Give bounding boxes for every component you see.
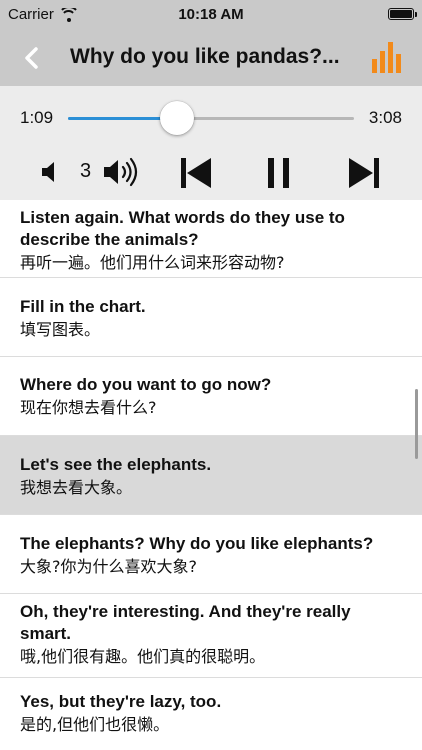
battery-icon [388, 8, 417, 20]
volume-level: 3 [80, 160, 92, 182]
list-item[interactable]: The elephants? Why do you like elephants… [0, 515, 422, 594]
back-button[interactable] [18, 44, 46, 72]
list-item[interactable]: Fill in the chart. 填写图表。 [0, 278, 422, 357]
speaker-loud-icon [104, 157, 138, 187]
list-item[interactable]: Listen again. What words do they use to … [0, 200, 422, 278]
sentence-list[interactable]: Listen again. What words do they use to … [0, 200, 422, 750]
sentence-chinese: 哦,他们很有趣。他们真的很聪明。 [20, 647, 266, 666]
current-time: 1:09 [20, 108, 54, 127]
sentence-english: Fill in the chart. [20, 297, 146, 316]
sentence-chinese: 现在你想去看什么? [20, 398, 157, 417]
sentence-chinese: 填写图表。 [20, 320, 101, 339]
progress-thumb[interactable] [159, 101, 194, 135]
sentence-chinese: 我想去看大象。 [20, 478, 133, 497]
page-title: Why do you like pandas?... [70, 45, 340, 68]
sentence-chinese: 大象?你为什么喜欢大象? [20, 557, 197, 576]
pause-button[interactable] [266, 156, 292, 195]
list-item[interactable]: Yes, but they're lazy, too. 是的,但他们也很懒。 [0, 678, 422, 750]
scrollbar[interactable] [415, 389, 418, 459]
sentence-english: Oh, they're interesting. And they're rea… [20, 602, 351, 643]
nav-bar: Why do you like pandas?... [0, 30, 422, 86]
sentence-chinese: 再听一遍。他们用什么词来形容动物? [20, 253, 285, 272]
pause-icon [268, 158, 289, 188]
sentence-english: Let's see the elephants. [20, 455, 212, 474]
skip-next-icon [349, 158, 379, 188]
status-time: 10:18 AM [178, 6, 244, 23]
screen: Carrier 10:18 AM Why do you like pandas?… [0, 0, 422, 750]
list-item[interactable]: Oh, they're interesting. And they're rea… [0, 594, 422, 678]
skip-previous-icon [181, 158, 211, 188]
playback-controls: 3 [0, 152, 422, 192]
audio-player: 1:09 3:08 3 [0, 86, 422, 200]
volume-down-button[interactable] [38, 160, 62, 189]
previous-button[interactable] [178, 156, 214, 195]
chart-button[interactable] [370, 40, 404, 74]
volume-up-button[interactable] [102, 156, 144, 193]
sentence-english: Listen again. What words do they use to … [20, 208, 345, 249]
chevron-left-icon [25, 47, 38, 69]
progress-slider[interactable] [68, 101, 354, 135]
list-item[interactable]: Where do you want to go now? 现在你想去看什么? [0, 357, 422, 436]
sentence-chinese: 是的,但他们也很懒。 [20, 715, 170, 734]
total-time: 3:08 [368, 108, 402, 127]
status-bar: Carrier 10:18 AM [0, 0, 422, 30]
speaker-icon [42, 162, 54, 182]
sentence-english: Yes, but they're lazy, too. [20, 692, 222, 711]
bar-chart-icon [372, 42, 401, 73]
sentence-english: The elephants? Why do you like elephants… [20, 534, 374, 553]
list-item-selected[interactable]: Let's see the elephants. 我想去看大象。 [0, 436, 422, 515]
sentence-english: Where do you want to go now? [20, 375, 272, 394]
next-button[interactable] [346, 156, 382, 195]
